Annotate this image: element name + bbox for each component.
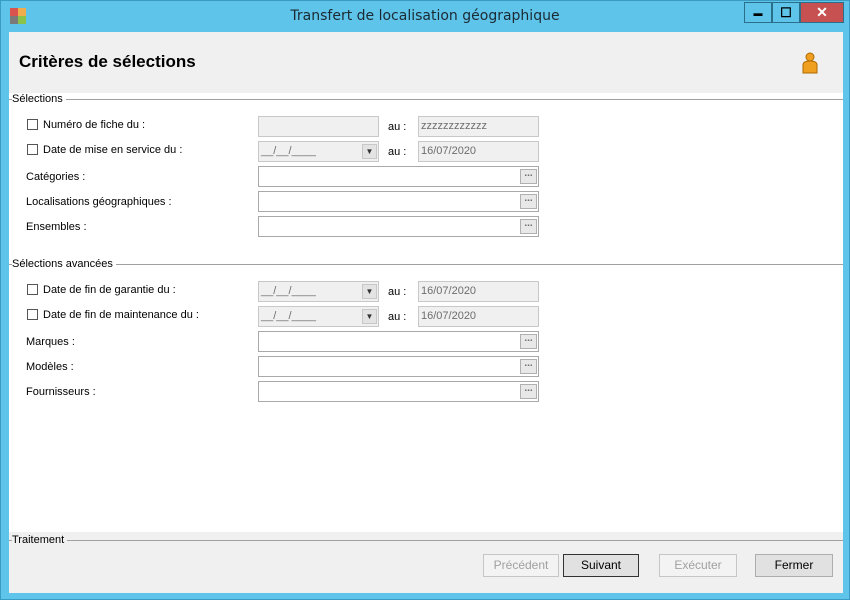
garantie-label: Date de fin de garantie du :	[43, 284, 176, 296]
maintenance-checkbox[interactable]	[27, 309, 38, 320]
garantie-from-value: __/__/____	[261, 285, 317, 297]
modeles-input[interactable]: ...	[258, 356, 539, 377]
mise-service-to-input[interactable]: 16/07/2020	[418, 141, 539, 162]
maintenance-label: Date de fin de maintenance du :	[43, 309, 199, 321]
avancees-legend: Sélections avancées	[12, 258, 116, 270]
execute-button[interactable]: Exécuter	[659, 554, 737, 577]
fiche-label: Numéro de fiche du :	[43, 119, 146, 131]
close-icon: ✕	[816, 4, 828, 20]
localisations-input[interactable]: ...	[258, 191, 539, 212]
page-title: Critères de sélections	[19, 52, 196, 71]
group-divider	[9, 264, 843, 265]
chevron-down-icon[interactable]: ▼	[362, 284, 377, 299]
browse-modeles-button[interactable]: ...	[520, 359, 537, 374]
traitement-legend: Traitement	[12, 534, 68, 546]
mise-service-checkbox[interactable]	[27, 144, 38, 155]
marques-label: Marques :	[26, 336, 75, 348]
maintenance-from-value: __/__/____	[261, 310, 317, 322]
categories-input[interactable]: ...	[258, 166, 539, 187]
next-button[interactable]: Suivant	[563, 554, 639, 577]
maximize-icon: ☐	[780, 4, 792, 20]
fiche-from-input[interactable]	[258, 116, 379, 137]
mise-service-from-combo[interactable]: __/__/____ ▼	[258, 141, 379, 162]
modeles-label: Modèles :	[26, 361, 74, 373]
header-panel: Critères de sélections	[9, 32, 843, 93]
previous-button[interactable]: Précédent	[483, 554, 559, 577]
localisations-label: Localisations géographiques :	[26, 196, 172, 208]
maintenance-to-input[interactable]: 16/07/2020	[418, 306, 539, 327]
dialog-client: Critères de sélections Sélections Numéro…	[9, 32, 843, 593]
au-label: au :	[388, 121, 407, 133]
traitement-panel: Traitement Précédent Suivant Exécuter Fe…	[9, 532, 843, 593]
fiche-to-input[interactable]: zzzzzzzzzzzz	[418, 116, 539, 137]
minimize-button[interactable]: ▬	[744, 2, 772, 23]
fournisseurs-input[interactable]: ...	[258, 381, 539, 402]
garantie-from-combo[interactable]: __/__/____ ▼	[258, 281, 379, 302]
browse-localisations-button[interactable]: ...	[520, 194, 537, 209]
window: Transfert de localisation géographique ▬…	[0, 0, 850, 600]
ensembles-label: Ensembles :	[26, 221, 87, 233]
categories-label: Catégories :	[26, 171, 86, 183]
browse-fournisseurs-button[interactable]: ...	[520, 384, 537, 399]
au-label: au :	[388, 146, 407, 158]
chevron-down-icon[interactable]: ▼	[362, 309, 377, 324]
close-button[interactable]: ✕	[800, 2, 844, 23]
garantie-checkbox[interactable]	[27, 284, 38, 295]
maximize-button[interactable]: ☐	[772, 2, 800, 23]
marques-input[interactable]: ...	[258, 331, 539, 352]
group-divider	[9, 540, 843, 541]
selections-legend: Sélections	[12, 93, 66, 105]
title-bar[interactable]: Transfert de localisation géographique ▬…	[1, 1, 849, 32]
group-divider	[9, 99, 843, 100]
fiche-checkbox[interactable]	[27, 119, 38, 130]
garantie-to-input[interactable]: 16/07/2020	[418, 281, 539, 302]
mise-service-label: Date de mise en service du :	[43, 144, 183, 156]
minimize-icon: ▬	[753, 7, 763, 18]
user-icon[interactable]	[802, 52, 818, 74]
window-title: Transfert de localisation géographique	[290, 8, 560, 24]
chevron-down-icon[interactable]: ▼	[362, 144, 377, 159]
au-label: au :	[388, 286, 407, 298]
browse-categories-button[interactable]: ...	[520, 169, 537, 184]
browse-marques-button[interactable]: ...	[520, 334, 537, 349]
close-dialog-button[interactable]: Fermer	[755, 554, 833, 577]
ensembles-input[interactable]: ...	[258, 216, 539, 237]
au-label: au :	[388, 311, 407, 323]
mise-service-from-value: __/__/____	[261, 145, 317, 157]
fournisseurs-label: Fournisseurs :	[26, 386, 96, 398]
browse-ensembles-button[interactable]: ...	[520, 219, 537, 234]
maintenance-from-combo[interactable]: __/__/____ ▼	[258, 306, 379, 327]
